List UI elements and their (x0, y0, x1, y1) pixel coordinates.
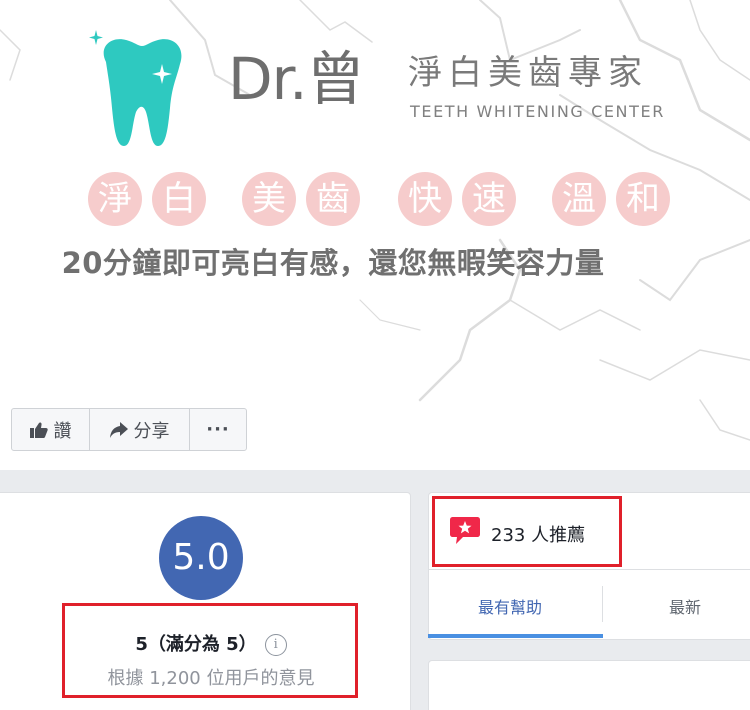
page-action-bar: 讚 分享 ··· (11, 408, 247, 451)
review-card (428, 660, 750, 710)
feature-circle: 快 (398, 172, 452, 226)
rating-highlight-box: 5（滿分為 5） i 根據 1,200 位用戶的意見 (62, 603, 358, 698)
tab-most-helpful[interactable]: 最有幫助 (478, 594, 542, 618)
cover-photo: Dr.曾 淨白美齒專家 TEETH WHITENING CENTER 淨 白 美… (0, 0, 750, 470)
rating-summary-row: 5（滿分為 5） i (65, 630, 357, 656)
feature-circle: 和 (616, 172, 670, 226)
share-label: 分享 (133, 420, 170, 442)
feature-circle: 美 (242, 172, 296, 226)
tab-newest[interactable]: 最新 (669, 594, 701, 618)
feature-circle: 白 (152, 172, 206, 226)
share-arrow-icon (109, 421, 128, 438)
tab-separator (602, 586, 603, 622)
brand-name: Dr.曾 (228, 45, 365, 113)
thumbs-up-icon (29, 422, 48, 438)
more-dots-icon: ··· (206, 419, 230, 440)
like-button[interactable]: 讚 (12, 409, 90, 450)
rating-summary: 5（滿分為 5） (135, 634, 257, 655)
tabs-divider (429, 569, 750, 570)
rating-basis: 根據 1,200 位用戶的意見 (107, 668, 315, 689)
feature-circle: 速 (462, 172, 516, 226)
recommend-star-icon (450, 517, 480, 544)
cover-tagline: 20分鐘即可亮白有感，還您無暇笑容力量 (61, 246, 605, 280)
brand-chinese-name: 淨白美齒專家 (408, 53, 648, 93)
tooth-logo-icon (89, 30, 182, 146)
feature-circle: 溫 (552, 172, 606, 226)
feature-circle: 齒 (306, 172, 360, 226)
rating-score-badge: 5.0 (159, 516, 243, 600)
feature-circle: 淨 (88, 172, 142, 226)
active-tab-indicator (428, 634, 603, 638)
more-options-button[interactable]: ··· (190, 409, 246, 450)
like-label: 讚 (53, 420, 72, 442)
brand-english-name: TEETH WHITENING CENTER (410, 102, 665, 121)
recommendations-highlight-box: 233 人推薦 (432, 496, 622, 567)
info-icon[interactable]: i (264, 634, 287, 656)
recommendations-count[interactable]: 233 人推薦 (491, 521, 585, 547)
feature-circles: 淨 白 美 齒 快 速 溫 和 (88, 172, 688, 228)
share-button[interactable]: 分享 (90, 409, 190, 450)
